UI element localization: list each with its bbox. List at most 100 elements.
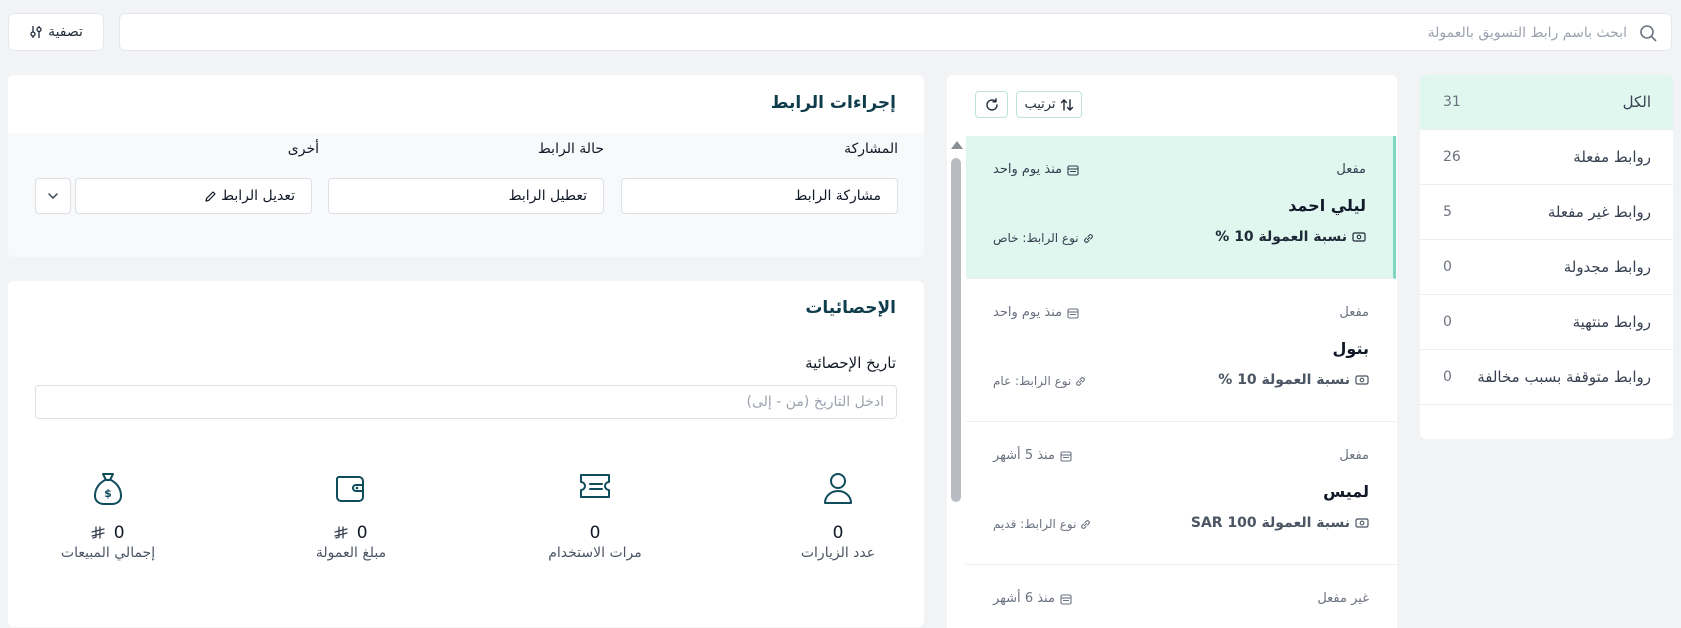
filter-button[interactable]: تصفية — [8, 13, 104, 51]
category-label: روابط مفعلة — [1573, 148, 1651, 166]
category-label: الكل — [1622, 93, 1651, 111]
stat-commission-label: مبلغ العمولة — [315, 545, 387, 561]
category-label: روابط مجدولة — [1563, 258, 1651, 276]
link-icon — [1083, 233, 1094, 244]
statistics-card: الإحصائيات تاريخ الإحصائية ادخل التاريخ … — [8, 281, 924, 627]
search-icon — [1639, 24, 1657, 42]
stat-visits-value: 0 — [832, 523, 844, 543]
category-count: 0 — [1443, 314, 1452, 330]
link-icon — [1075, 376, 1086, 387]
riyal-icon — [334, 526, 349, 540]
edit-link-label: تعديل الرابط — [221, 188, 295, 204]
link-categories: الكل 31 روابط مفعلة 26 روابط غير مفعلة 5… — [1420, 75, 1673, 439]
category-label: روابط منتهية — [1572, 313, 1651, 331]
calendar-icon — [1067, 164, 1079, 176]
link-actions-card: إجراءات الرابط المشاركة مشاركة الرابط حا… — [8, 75, 924, 257]
category-count: 0 — [1443, 369, 1452, 385]
category-count: 26 — [1443, 149, 1461, 165]
item-link-type: نوع الرابط: عام — [993, 374, 1086, 388]
money-icon — [1355, 517, 1369, 529]
category-label: روابط متوقفة بسبب مخالفة — [1477, 368, 1651, 386]
refresh-button[interactable] — [975, 91, 1008, 118]
item-link-type-text: نوع الرابط: قديم — [993, 517, 1077, 531]
item-name: ليلي احمد — [1288, 196, 1366, 215]
stat-sales-label: إجمالي المبيعات — [60, 545, 156, 561]
refresh-icon — [984, 97, 1000, 113]
link-actions-body: المشاركة مشاركة الرابط حالة الرابط تعطيل… — [8, 133, 924, 257]
disable-link-button[interactable]: تعطيل الرابط — [328, 178, 604, 214]
category-inactive[interactable]: روابط غير مفعلة 5 — [1420, 185, 1673, 240]
stat-commission-row: 0 — [261, 523, 441, 543]
stat-sales-row: 0 — [18, 523, 198, 543]
other-label: أخرى — [287, 141, 319, 157]
category-all[interactable]: الكل 31 — [1420, 75, 1673, 130]
share-link-button[interactable]: مشاركة الرابط — [621, 178, 898, 214]
money-icon — [1352, 231, 1366, 243]
list-item[interactable]: مفعل منذ 5 أشهر لميس نسبة العمولة 100 SA… — [966, 422, 1396, 565]
stat-visits: 0 عدد الزيارات — [748, 471, 928, 561]
wallet-icon — [261, 471, 441, 511]
item-since-text: منذ يوم واحد — [993, 162, 1063, 177]
item-status: مفعل — [1339, 448, 1369, 463]
list-item[interactable]: مفعل منذ يوم واحد بتول نسبة العمولة 10 %… — [966, 279, 1396, 422]
item-since-text: منذ 6 أشهر — [993, 591, 1055, 606]
item-commission: نسبة العمولة 10 % — [1215, 229, 1366, 245]
share-label: المشاركة — [844, 141, 898, 157]
scroll-up-arrow[interactable] — [951, 141, 963, 149]
stat-uses-label: مرات الاستخدام — [548, 545, 642, 561]
link-actions-title: إجراءات الرابط — [770, 93, 896, 113]
search-bar[interactable]: ابحث باسم رابط التسويق بالعمولة — [119, 13, 1672, 51]
search-placeholder: ابحث باسم رابط التسويق بالعمولة — [1427, 25, 1627, 41]
item-commission-text: نسبة العمولة 10 % — [1218, 372, 1350, 388]
item-status: مفعل — [1339, 305, 1369, 320]
sort-button[interactable]: ترتيب — [1016, 91, 1082, 118]
category-label: روابط غير مفعلة — [1547, 203, 1651, 221]
category-count: 0 — [1443, 259, 1452, 275]
stat-commission: 0 مبلغ العمولة — [261, 471, 441, 561]
item-name: لميس — [1323, 482, 1369, 501]
item-name: بتول — [1332, 339, 1369, 358]
link-status-label: حالة الرابط — [537, 141, 604, 157]
calendar-icon — [1067, 307, 1079, 319]
more-actions-dropdown[interactable] — [35, 178, 71, 214]
category-active[interactable]: روابط مفعلة 26 — [1420, 130, 1673, 185]
stat-commission-value: 0 — [356, 523, 368, 543]
sliders-icon — [29, 25, 43, 39]
chevron-down-icon — [46, 189, 60, 203]
stat-uses: 0 مرات الاستخدام — [505, 471, 685, 561]
list-item[interactable]: غير مفعل منذ 6 أشهر — [966, 565, 1396, 628]
svg-text:$: $ — [104, 487, 112, 500]
category-count: 31 — [1443, 94, 1461, 110]
item-since-text: منذ يوم واحد — [993, 305, 1063, 320]
item-link-type: نوع الرابط: خاص — [993, 231, 1094, 245]
stat-visits-label: عدد الزيارات — [800, 545, 876, 561]
calendar-icon — [1060, 450, 1072, 462]
item-since: منذ يوم واحد — [993, 305, 1079, 320]
edit-link-button[interactable]: تعديل الرابط — [75, 178, 312, 214]
item-commission-text: نسبة العمولة 100 SAR — [1190, 515, 1350, 531]
stat-uses-value: 0 — [589, 523, 601, 543]
category-scheduled[interactable]: روابط مجدولة 0 — [1420, 240, 1673, 295]
riyal-icon — [91, 526, 106, 540]
stat-date-label: تاريخ الإحصائية — [805, 354, 896, 372]
coupon-icon — [505, 471, 685, 511]
category-count: 5 — [1443, 204, 1452, 220]
money-icon — [1355, 374, 1369, 386]
item-link-type-text: نوع الرابط: عام — [993, 374, 1072, 388]
category-violation[interactable]: روابط متوقفة بسبب مخالفة 0 — [1420, 350, 1673, 405]
user-icon — [748, 471, 928, 511]
item-commission: نسبة العمولة 10 % — [1218, 372, 1369, 388]
sort-label: ترتيب — [1024, 97, 1056, 112]
calendar-icon — [1060, 593, 1072, 605]
statistics-title: الإحصائيات — [805, 298, 896, 318]
list-scrollbar[interactable] — [951, 158, 961, 502]
date-range-placeholder: ادخل التاريخ (من - إلى) — [746, 394, 884, 410]
date-range-input[interactable]: ادخل التاريخ (من - إلى) — [35, 385, 897, 419]
list-item[interactable]: مفعل منذ يوم واحد ليلي احمد نسبة العمولة… — [966, 136, 1396, 279]
stat-sales: $ 0 إجمالي المبيعات — [18, 471, 198, 561]
item-status: مفعل — [1336, 162, 1366, 177]
item-since: منذ 5 أشهر — [993, 448, 1072, 463]
pencil-icon — [204, 190, 217, 203]
category-expired[interactable]: روابط منتهية 0 — [1420, 295, 1673, 350]
stat-sales-value: 0 — [113, 523, 125, 543]
